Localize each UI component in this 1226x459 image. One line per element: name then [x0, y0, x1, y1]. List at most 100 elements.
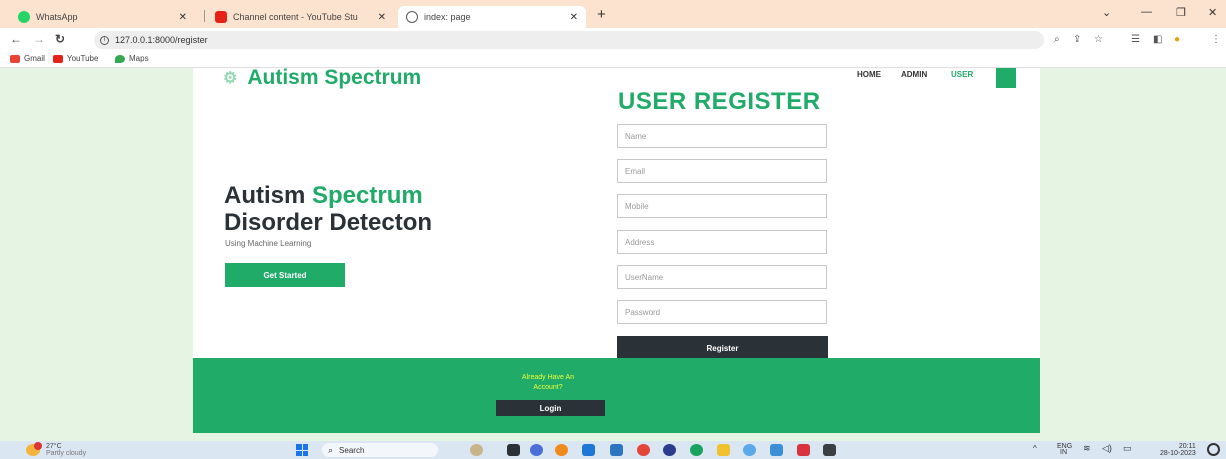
address-field[interactable]: Address [617, 230, 827, 254]
language-indicator[interactable]: ENG IN [1057, 443, 1072, 456]
account-prompt-line1: Already Have An [521, 374, 575, 381]
tab-index-page[interactable]: index: page ✕ [398, 6, 586, 28]
photos-icon[interactable] [770, 444, 783, 456]
notification-dot [34, 442, 42, 450]
copilot-avatar-icon[interactable] [470, 444, 483, 456]
bookmark-label: Gmail [24, 54, 45, 63]
close-icon[interactable]: ✕ [179, 12, 187, 23]
app-icon[interactable] [663, 444, 676, 456]
password-field[interactable]: Password [617, 300, 827, 324]
clock-date: 28-10-2023 [1160, 450, 1196, 457]
menu-icon[interactable]: ⋮ [1211, 34, 1221, 45]
chat-icon[interactable] [530, 444, 543, 456]
search-app-icon[interactable] [555, 444, 568, 456]
language-region: IN [1060, 449, 1067, 456]
chrome-icon[interactable] [637, 444, 650, 456]
weather-text: 27°C Partly cloudy [46, 443, 86, 457]
back-icon[interactable]: ← [10, 32, 22, 46]
taskbar-search[interactable]: ⌕ Search [322, 443, 438, 457]
search-icon: ⌕ [328, 444, 334, 455]
task-view-icon[interactable] [507, 444, 520, 456]
register-button[interactable]: Register [617, 336, 828, 360]
reading-list-icon[interactable]: ☰ [1131, 34, 1140, 45]
security-icon[interactable] [582, 444, 595, 456]
wifi-icon[interactable]: ≋ [1083, 444, 1091, 453]
zoom-icon[interactable]: ⌕ [1054, 34, 1060, 45]
nav-accent-block [996, 68, 1016, 88]
weather-widget[interactable]: 27°C Partly cloudy [26, 442, 86, 457]
bookmark-youtube[interactable]: YouTube [53, 54, 98, 63]
get-started-button[interactable]: Get Started [225, 263, 345, 287]
mobile-field[interactable]: Mobile [617, 194, 827, 218]
tab-label: Channel content - YouTube Stu [233, 12, 358, 22]
tab-divider [204, 10, 205, 22]
bookmark-gmail[interactable]: Gmail [10, 54, 45, 63]
chevron-down-icon[interactable]: ⌄ [1102, 6, 1111, 19]
tab-label: WhatsApp [36, 12, 78, 22]
share-icon[interactable]: ⇪ [1073, 34, 1081, 45]
name-field[interactable]: Name [617, 124, 827, 148]
nav-home[interactable]: HOME [857, 70, 881, 79]
volume-icon[interactable]: ◁) [1102, 444, 1112, 453]
restore-icon[interactable]: ❐ [1176, 6, 1186, 19]
weather-desc: Partly cloudy [46, 450, 87, 457]
bookmark-label: YouTube [67, 54, 99, 63]
url-field[interactable]: i 127.0.0.1:8000/register [94, 31, 1044, 49]
bookmark-label: Maps [129, 54, 149, 63]
bookmark-maps[interactable]: Maps [115, 54, 149, 63]
minimize-icon[interactable]: — [1141, 6, 1152, 18]
hero-title-word: Autism [224, 182, 306, 209]
site-logo[interactable]: ⚙ Autism Spectrum [223, 66, 421, 90]
logo-text: Autism Spectrum [247, 66, 422, 89]
url-text: 127.0.0.1:8000/register [115, 35, 208, 45]
account-prompt: Already Have An Account? [503, 373, 593, 393]
login-button[interactable]: Login [496, 400, 605, 416]
notification-icon[interactable] [1207, 443, 1220, 456]
close-icon[interactable]: ✕ [378, 12, 386, 23]
nav-user[interactable]: USER [951, 70, 973, 79]
clock[interactable]: 20:11 28-10-2023 [1160, 443, 1196, 457]
edge-icon[interactable] [690, 444, 703, 456]
email-field[interactable]: Email [617, 159, 827, 183]
youtube-icon [215, 11, 227, 23]
username-field[interactable]: UserName [617, 265, 827, 289]
hero-subtitle: Using Machine Learning [225, 239, 312, 248]
clock-time: 20:11 [1178, 443, 1196, 450]
register-title: USER REGISTER [618, 88, 821, 115]
chrome-profile-icon[interactable] [743, 444, 756, 456]
star-icon[interactable]: ☆ [1094, 34, 1103, 45]
side-panel-icon[interactable]: ◧ [1153, 34, 1162, 45]
footer: Already Have An Account? Login [193, 358, 1040, 433]
page-content: ⚙ Autism Spectrum HOME ADMIN USER Autism… [193, 66, 1040, 433]
new-tab-button[interactable]: + [597, 6, 606, 23]
reload-icon[interactable]: ↻ [55, 32, 65, 46]
taskbar: 27°C Partly cloudy ⌕ Search ^ ENG IN ≋ ◁… [0, 441, 1226, 459]
forward-icon[interactable]: → [33, 32, 45, 46]
info-icon[interactable]: i [100, 35, 109, 45]
profile-icon[interactable]: ● [1174, 34, 1180, 45]
gmail-icon [10, 54, 20, 63]
battery-icon[interactable]: ▭ [1123, 444, 1132, 453]
globe-icon [406, 11, 418, 23]
app-icon-red[interactable] [797, 444, 810, 456]
hero-title: Autism Spectrum Disorder Detecton [224, 182, 432, 236]
nav-admin[interactable]: ADMIN [901, 70, 927, 79]
chevron-up-icon[interactable]: ^ [1033, 445, 1037, 453]
close-window-icon[interactable]: ✕ [1208, 6, 1217, 19]
vscode-icon[interactable] [610, 444, 623, 456]
account-prompt-line2: Account? [533, 384, 563, 391]
address-bar-row: ← → ↻ i 127.0.0.1:8000/register ⌕ ⇪ ☆ ☰ … [0, 28, 1226, 52]
gear-icon: ⚙ [223, 70, 238, 87]
hero-title-highlight: Spectrum [312, 182, 423, 209]
windows-start-icon[interactable] [296, 444, 308, 456]
weather-icon [26, 442, 42, 456]
file-explorer-icon[interactable] [717, 444, 730, 456]
tab-whatsapp[interactable]: WhatsApp ✕ [10, 6, 195, 28]
search-label: Search [339, 445, 365, 455]
maps-icon [115, 54, 125, 63]
tab-youtube-studio[interactable]: Channel content - YouTube Stu ✕ [207, 6, 394, 28]
whatsapp-icon [18, 11, 30, 23]
bookmarks-bar: Gmail YouTube Maps [0, 52, 1226, 68]
close-icon[interactable]: ✕ [570, 12, 578, 23]
terminal-icon[interactable] [823, 444, 836, 456]
